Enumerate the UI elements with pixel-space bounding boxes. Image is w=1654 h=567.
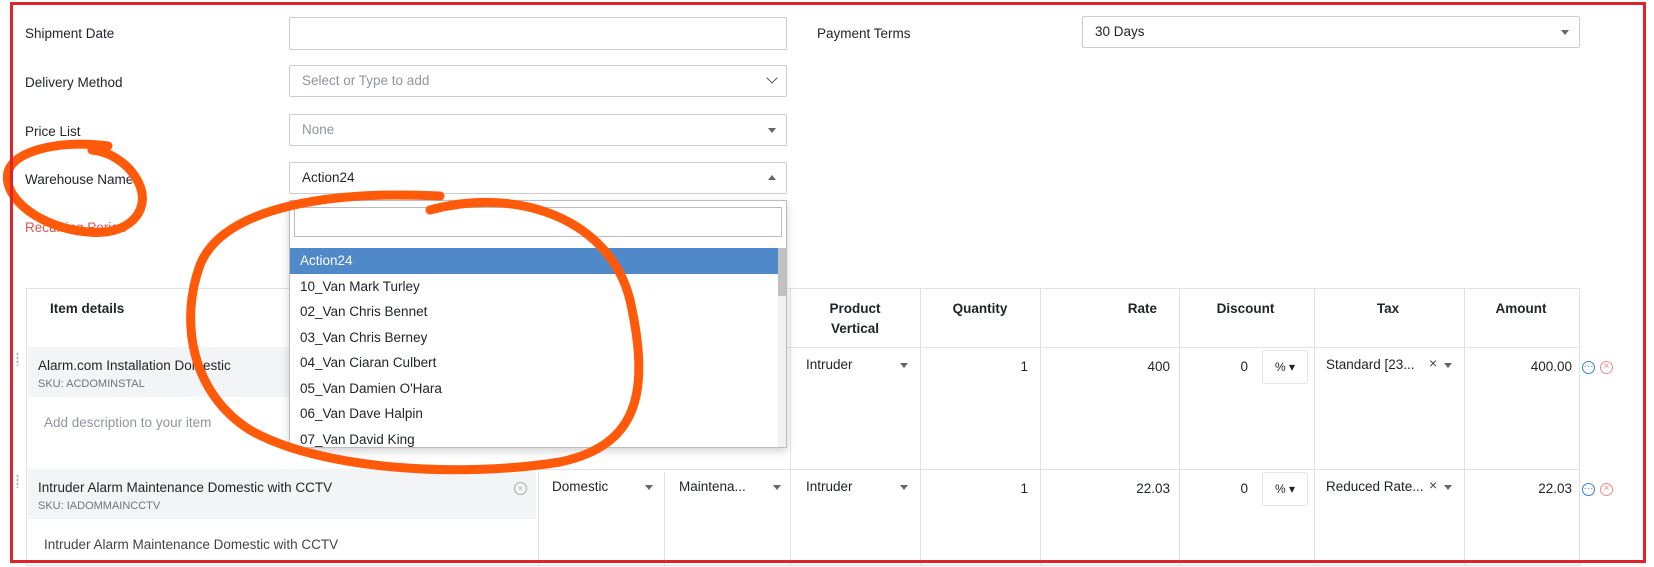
price-list-value: None <box>302 122 335 137</box>
col-divider <box>920 289 921 565</box>
col-divider <box>538 472 539 567</box>
discount-input[interactable]: 0 <box>1180 359 1248 374</box>
dropdown-search-input[interactable] <box>294 207 782 237</box>
discount-unit-select[interactable]: % ▾ <box>1262 472 1308 506</box>
warehouse-name-select[interactable]: Action24 <box>289 162 787 194</box>
warehouse-name-value: Action24 <box>302 170 355 185</box>
rate-input[interactable]: 400 <box>1040 359 1170 374</box>
payment-terms-value: 30 Days <box>1095 24 1145 39</box>
remove-row-icon[interactable]: × <box>1600 361 1613 374</box>
tax-select[interactable]: Reduced Rate... <box>1326 479 1424 494</box>
header-product-vertical-2: Vertical <box>830 321 880 336</box>
header-discount: Discount <box>1216 301 1275 316</box>
delivery-method-select[interactable]: Select or Type to add <box>289 65 787 97</box>
recurring-period-label: Recurring Period <box>25 220 127 235</box>
warehouse-name-label: Warehouse Name <box>25 172 134 187</box>
col-divider <box>1040 289 1041 565</box>
product-vertical-select[interactable]: Intruder <box>806 479 853 494</box>
quantity-input[interactable]: 1 <box>920 481 1028 496</box>
more-options-icon[interactable]: ··· <box>1582 361 1595 374</box>
quantity-input[interactable]: 1 <box>920 359 1028 374</box>
dropdown-option[interactable]: 04_Van Ciaran Culbert <box>290 350 778 376</box>
dropdown-option[interactable]: Action24 <box>290 248 778 274</box>
item-description-input[interactable]: Intruder Alarm Maintenance Domestic with… <box>44 537 338 552</box>
payment-terms-label: Payment Terms <box>817 26 911 41</box>
header-quantity: Quantity <box>952 301 1008 316</box>
header-product-vertical-1: Product <box>829 301 881 316</box>
caret-down-icon <box>900 485 908 490</box>
col-divider <box>1464 289 1465 565</box>
caret-down-icon <box>773 485 781 490</box>
price-list-label: Price List <box>25 124 81 139</box>
more-options-icon[interactable]: ··· <box>1582 483 1595 496</box>
dropdown-option[interactable]: 06_Van Dave Halpin <box>290 401 778 427</box>
chevron-down-icon <box>766 72 778 84</box>
type-select[interactable]: Maintena... <box>679 479 746 494</box>
item-sku: SKU: IADOMMAINCCTV <box>38 500 161 512</box>
col-divider <box>664 472 665 567</box>
clear-tax-icon[interactable]: × <box>1429 477 1437 493</box>
caret-down-icon <box>1444 485 1452 490</box>
item-description-input[interactable]: Add description to your item <box>44 415 211 430</box>
dropdown-option[interactable]: 10_Van Mark Turley <box>290 274 778 300</box>
category-select[interactable]: Domestic <box>552 479 608 494</box>
caret-down-icon <box>1444 363 1452 368</box>
price-list-select[interactable]: None <box>289 114 787 146</box>
delivery-method-label: Delivery Method <box>25 75 123 90</box>
amount-value: 400.00 <box>1530 359 1572 374</box>
caret-up-icon <box>768 175 776 180</box>
item-sku: SKU: ACDOMINSTAL <box>38 378 145 390</box>
col-divider <box>1179 289 1180 565</box>
dropdown-scrollbar-thumb[interactable] <box>778 248 786 296</box>
discount-input[interactable]: 0 <box>1180 481 1248 496</box>
tax-select[interactable]: Standard [23... <box>1326 357 1415 372</box>
caret-down-icon <box>1561 30 1569 35</box>
caret-down-icon <box>768 128 776 133</box>
caret-down-icon <box>645 485 653 490</box>
amount-value: 22.03 <box>1538 481 1572 496</box>
header-item-details: Item details <box>50 301 125 316</box>
header-tax: Tax <box>1376 301 1400 316</box>
col-divider <box>1314 289 1315 565</box>
dropdown-option[interactable]: 07_Van David King <box>290 427 778 448</box>
remove-row-icon[interactable]: × <box>1600 483 1613 496</box>
item-name[interactable]: Intruder Alarm Maintenance Domestic with… <box>38 480 332 495</box>
item-name[interactable]: Alarm.com Installation Domestic <box>38 358 231 373</box>
header-rate: Rate <box>1127 301 1157 316</box>
delivery-method-placeholder: Select or Type to add <box>302 73 430 88</box>
clear-item-icon[interactable]: × <box>514 482 527 495</box>
clear-tax-icon[interactable]: × <box>1429 355 1437 371</box>
dropdown-option[interactable]: 02_Van Chris Bennet <box>290 299 778 325</box>
caret-down-icon <box>900 363 908 368</box>
rate-input[interactable]: 22.03 <box>1040 481 1170 496</box>
header-amount: Amount <box>1495 301 1547 316</box>
dropdown-options: Action24 10_Van Mark Turley 02_Van Chris… <box>290 248 778 448</box>
shipment-date-input[interactable] <box>289 17 787 50</box>
shipment-date-label: Shipment Date <box>25 26 115 41</box>
dropdown-option[interactable]: 05_Van Damien O'Hara <box>290 376 778 402</box>
payment-terms-select[interactable]: 30 Days <box>1082 16 1580 48</box>
discount-unit-select[interactable]: % ▾ <box>1262 350 1308 384</box>
warehouse-dropdown: Action24 10_Van Mark Turley 02_Van Chris… <box>289 200 787 448</box>
drag-handle-icon[interactable] <box>16 474 19 488</box>
dropdown-option[interactable]: 03_Van Chris Berney <box>290 325 778 351</box>
product-vertical-select[interactable]: Intruder <box>806 357 853 372</box>
drag-handle-icon[interactable] <box>16 352 19 366</box>
